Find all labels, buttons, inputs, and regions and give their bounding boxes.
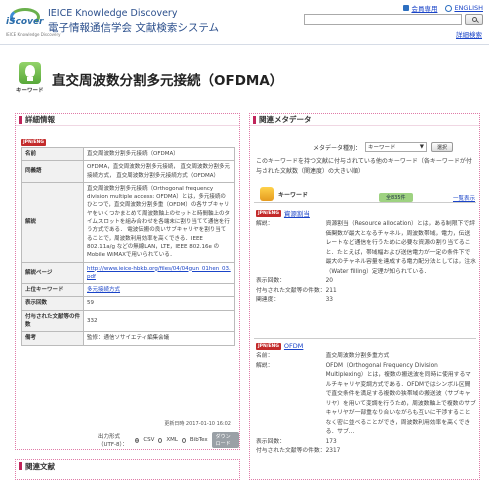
commentary-page-link[interactable]: http://www.ieice-hbkb.org/files/04/04gun… <box>87 266 231 280</box>
search-button[interactable] <box>465 14 483 25</box>
header-links: 会員専用 ENGLISH <box>403 3 483 13</box>
panel-marker-icon <box>253 115 256 124</box>
related-keyword-link[interactable]: OFDM <box>284 342 303 350</box>
xml-radio[interactable] <box>158 437 163 443</box>
member-link-label[interactable]: 会員専用 <box>411 3 437 13</box>
row-value: 59 <box>83 296 235 311</box>
row-value: 直交周波数分割多元接続（OFDMA） <box>83 146 235 162</box>
header-divider <box>0 44 489 45</box>
entry-fields: 解説： 資源割当（Resource allocation）とは，ある制限下で評価関… <box>256 221 476 303</box>
table-row: 解説ページ http://www.ieice-hbkb.org/files/04… <box>21 261 235 285</box>
english-link[interactable]: ENGLISH <box>445 4 483 12</box>
table-row: 解説 直交周波数分割多元接続（Orthogonal frequency divi… <box>21 181 235 263</box>
table-row: 付与された文献等の件数 332 <box>21 309 235 333</box>
metadata-panel: 関連メタデータ メタデータ種別： キーワード ▼ 選択 このキーワードを持つ文献… <box>249 113 480 480</box>
table-row: 名前 直交周波数分割多元接続（OFDMA） <box>21 146 235 162</box>
detail-panel-title: 詳細情報 <box>25 115 55 124</box>
table-row: 上位キーワード 多元接続方式 <box>21 283 235 298</box>
row-key: 同義語 <box>21 160 84 183</box>
globe-icon <box>445 4 453 12</box>
metadata-description: このキーワードを持つ文献に付与されている他のキーワード（各キーワードが付与された… <box>256 158 472 175</box>
csv-label: CSV <box>143 437 155 443</box>
divider <box>254 202 476 203</box>
list-view-link[interactable]: 一覧表示 <box>453 194 475 202</box>
related-keyword-entry: JPN/ENG 資源割当 解説： 資源割当（Resource allocation… <box>256 208 476 306</box>
metadata-type-label: メタデータ種別： <box>313 144 362 152</box>
search-icon <box>471 17 477 22</box>
keyword-badge-label: キーワード <box>16 88 44 94</box>
page-title: 直交周波数分割多元接続（OFDMA） <box>52 73 284 89</box>
related-docs-title: 関連文献 <box>25 461 55 471</box>
search-input[interactable] <box>304 14 462 25</box>
select-button[interactable]: 選択 <box>431 142 454 152</box>
bibtex-radio[interactable] <box>181 437 186 443</box>
divider <box>254 338 476 339</box>
site-title-ja: 電子情報通信学会 文献検索システム <box>48 22 220 34</box>
csv-radio[interactable] <box>135 437 140 443</box>
related-keyword-entry: JPN/ENG OFDM 名前： 直交周波数分割多重方式 解説： OFDM（Orth… <box>256 342 476 457</box>
metadata-panel-header: 関連メタデータ <box>250 114 479 126</box>
detail-table: 名前 直交周波数分割多元接続（OFDMA） 同義語 OFDMA，直交周波数分割多… <box>21 146 235 346</box>
chevron-down-icon: ▼ <box>419 144 425 150</box>
row-key: 解説 <box>21 181 84 263</box>
export-row: 出力形式（UTF-8）： CSV XML BibTex ダウンロード <box>98 432 239 448</box>
member-link[interactable]: 会員専用 <box>403 3 437 13</box>
keyword-small-icon <box>260 187 274 201</box>
language-badge: JPN/ENG <box>256 209 281 217</box>
row-key: 解説ページ <box>21 261 84 285</box>
site-header: iScover IEICE Knowledge Discovery IEICE … <box>0 0 489 44</box>
keyword-badge: キーワード <box>16 62 44 96</box>
metadata-panel-title: 関連メタデータ <box>259 115 312 124</box>
row-key: 名前 <box>21 146 84 162</box>
row-value: 直交周波数分割多元接続（Orthogonal frequency divisio… <box>83 181 235 263</box>
row-value: 監修：通信ソサイエティ編集会議 <box>83 331 235 346</box>
site-title-en: IEICE Knowledge Discovery <box>48 8 178 19</box>
row-key: 表示回数 <box>21 296 84 311</box>
table-row: 表示回数 59 <box>21 296 235 311</box>
keyword-small-label: キーワード <box>278 192 309 199</box>
panel-marker-icon <box>19 462 22 470</box>
metadata-type-value: キーワード <box>368 145 396 151</box>
language-badge: JPN/ENG <box>21 139 46 146</box>
table-row: 備考 監修：通信ソサイエティ編集会議 <box>21 331 235 346</box>
download-button[interactable]: ダウンロード <box>211 432 239 448</box>
related-docs-header: 関連文献 <box>16 460 239 472</box>
panel-marker-icon <box>19 115 22 124</box>
row-value: 332 <box>83 309 235 333</box>
parent-keyword-link[interactable]: 多元接続方式 <box>87 287 120 293</box>
bibtex-label: BibTex <box>189 437 208 443</box>
related-docs-panel: 関連文献 <box>15 459 240 480</box>
detail-panel: 詳細情報 JPN/ENG 名前 直交周波数分割多元接続（OFDMA） 同義語 O… <box>15 113 240 450</box>
logo-word: iScover <box>6 17 44 27</box>
table-row: 同義語 OFDMA，直交周波数分割多元接続， 直交周波数分割多元接続方式， 直交… <box>21 160 235 183</box>
updated-timestamp: 更新日時 2017-01-10 16:02 <box>164 421 231 427</box>
language-badge: JPN/ENG <box>256 342 281 350</box>
lock-icon <box>403 5 410 11</box>
total-count-badge: 全835件 <box>379 193 413 202</box>
row-key: 付与された文献等の件数 <box>21 309 84 333</box>
keyword-heading: キーワード 直交周波数分割多元接続（OFDMA） <box>16 62 478 98</box>
detail-panel-header: 詳細情報 <box>16 114 239 126</box>
header-search <box>304 14 483 25</box>
metadata-type-select[interactable]: キーワード ▼ <box>365 142 428 152</box>
xml-label: XML <box>166 437 178 443</box>
related-keyword-link[interactable]: 資源割当 <box>284 208 310 218</box>
metadata-type-row: メタデータ種別： キーワード ▼ 選択 <box>313 142 454 152</box>
row-value: OFDMA，直交周波数分割多元接続， 直交周波数分割多元接続方式， 直交周波数分… <box>83 160 235 183</box>
english-link-label[interactable]: ENGLISH <box>454 4 483 12</box>
row-key: 上位キーワード <box>21 283 84 298</box>
entry-fields: 名前： 直交周波数分割多重方式 解説： OFDM（Orthogonal Freque… <box>256 353 476 454</box>
row-key: 備考 <box>21 331 84 346</box>
export-label: 出力形式（UTF-8）： <box>98 434 128 448</box>
advanced-search-link[interactable]: 詳細検索 <box>456 29 482 39</box>
iscover-logo[interactable]: iScover IEICE Knowledge Discovery <box>6 6 61 40</box>
